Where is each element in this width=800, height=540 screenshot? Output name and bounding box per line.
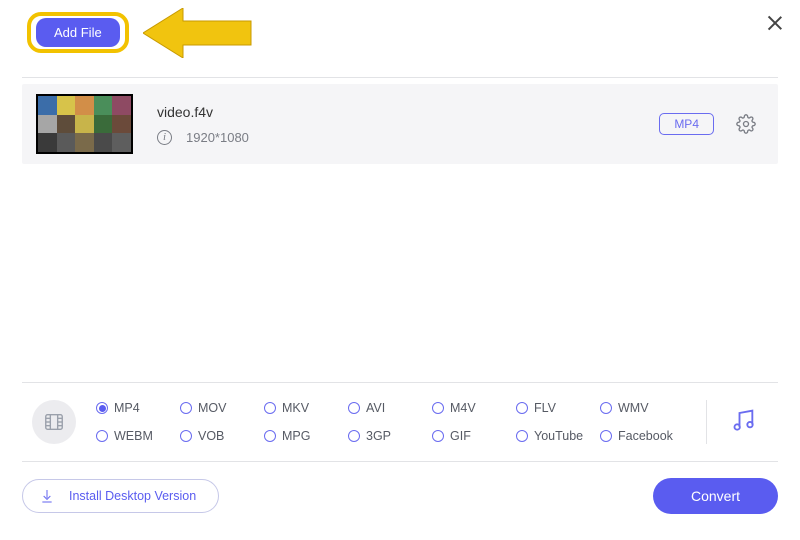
format-option-label: MKV: [282, 401, 309, 415]
format-option-label: M4V: [450, 401, 476, 415]
file-name: video.f4v: [157, 104, 249, 120]
format-option-label: MPG: [282, 429, 310, 443]
format-option-mp4[interactable]: MP4: [96, 401, 180, 415]
output-format-badge[interactable]: MP4: [659, 113, 714, 135]
format-separator: [706, 400, 707, 444]
format-option-vob[interactable]: VOB: [180, 429, 264, 443]
format-option-label: WMV: [618, 401, 649, 415]
format-option-label: MOV: [198, 401, 226, 415]
info-icon[interactable]: i: [157, 130, 172, 145]
format-option-label: YouTube: [534, 429, 583, 443]
format-option-youtube[interactable]: YouTube: [516, 429, 600, 443]
format-option-label: GIF: [450, 429, 471, 443]
format-option-gif[interactable]: GIF: [432, 429, 516, 443]
format-bar: MP4 MOV MKV AVI M4V FLV WMV WEBM VOB MPG 3GP GIF You…: [22, 382, 778, 462]
format-option-m4v[interactable]: M4V: [432, 401, 516, 415]
video-category-icon[interactable]: [32, 400, 76, 444]
format-grid: MP4 MOV MKV AVI M4V FLV WMV WEBM VOB MPG 3GP GIF You…: [96, 396, 684, 448]
format-option-label: FLV: [534, 401, 556, 415]
file-resolution: 1920*1080: [186, 130, 249, 145]
format-option-label: MP4: [114, 401, 140, 415]
install-desktop-label: Install Desktop Version: [69, 489, 196, 503]
topbar: Add File: [0, 0, 800, 47]
format-option-webm[interactable]: WEBM: [96, 429, 180, 443]
gear-icon[interactable]: [736, 114, 756, 134]
format-option-3gp[interactable]: 3GP: [348, 429, 432, 443]
format-option-label: WEBM: [114, 429, 153, 443]
format-option-label: 3GP: [366, 429, 391, 443]
format-option-mkv[interactable]: MKV: [264, 401, 348, 415]
format-option-label: Facebook: [618, 429, 673, 443]
install-desktop-button[interactable]: Install Desktop Version: [22, 479, 219, 513]
format-option-mov[interactable]: MOV: [180, 401, 264, 415]
format-option-label: VOB: [198, 429, 224, 443]
format-option-mpg[interactable]: MPG: [264, 429, 348, 443]
format-option-label: AVI: [366, 401, 385, 415]
format-option-flv[interactable]: FLV: [516, 401, 600, 415]
format-option-avi[interactable]: AVI: [348, 401, 432, 415]
audio-category-icon[interactable]: [729, 406, 757, 439]
add-file-highlight: Add File: [36, 18, 120, 47]
video-thumbnail[interactable]: [36, 94, 133, 154]
convert-button[interactable]: Convert: [653, 478, 778, 514]
top-divider: [22, 77, 778, 78]
file-row: video.f4v i 1920*1080 MP4: [22, 84, 778, 164]
format-option-wmv[interactable]: WMV: [600, 401, 684, 415]
pointer-arrow-icon: [143, 8, 253, 63]
download-icon: [39, 488, 55, 504]
add-file-button[interactable]: Add File: [36, 18, 120, 47]
file-info: video.f4v i 1920*1080: [157, 104, 249, 145]
format-option-facebook[interactable]: Facebook: [600, 429, 684, 443]
